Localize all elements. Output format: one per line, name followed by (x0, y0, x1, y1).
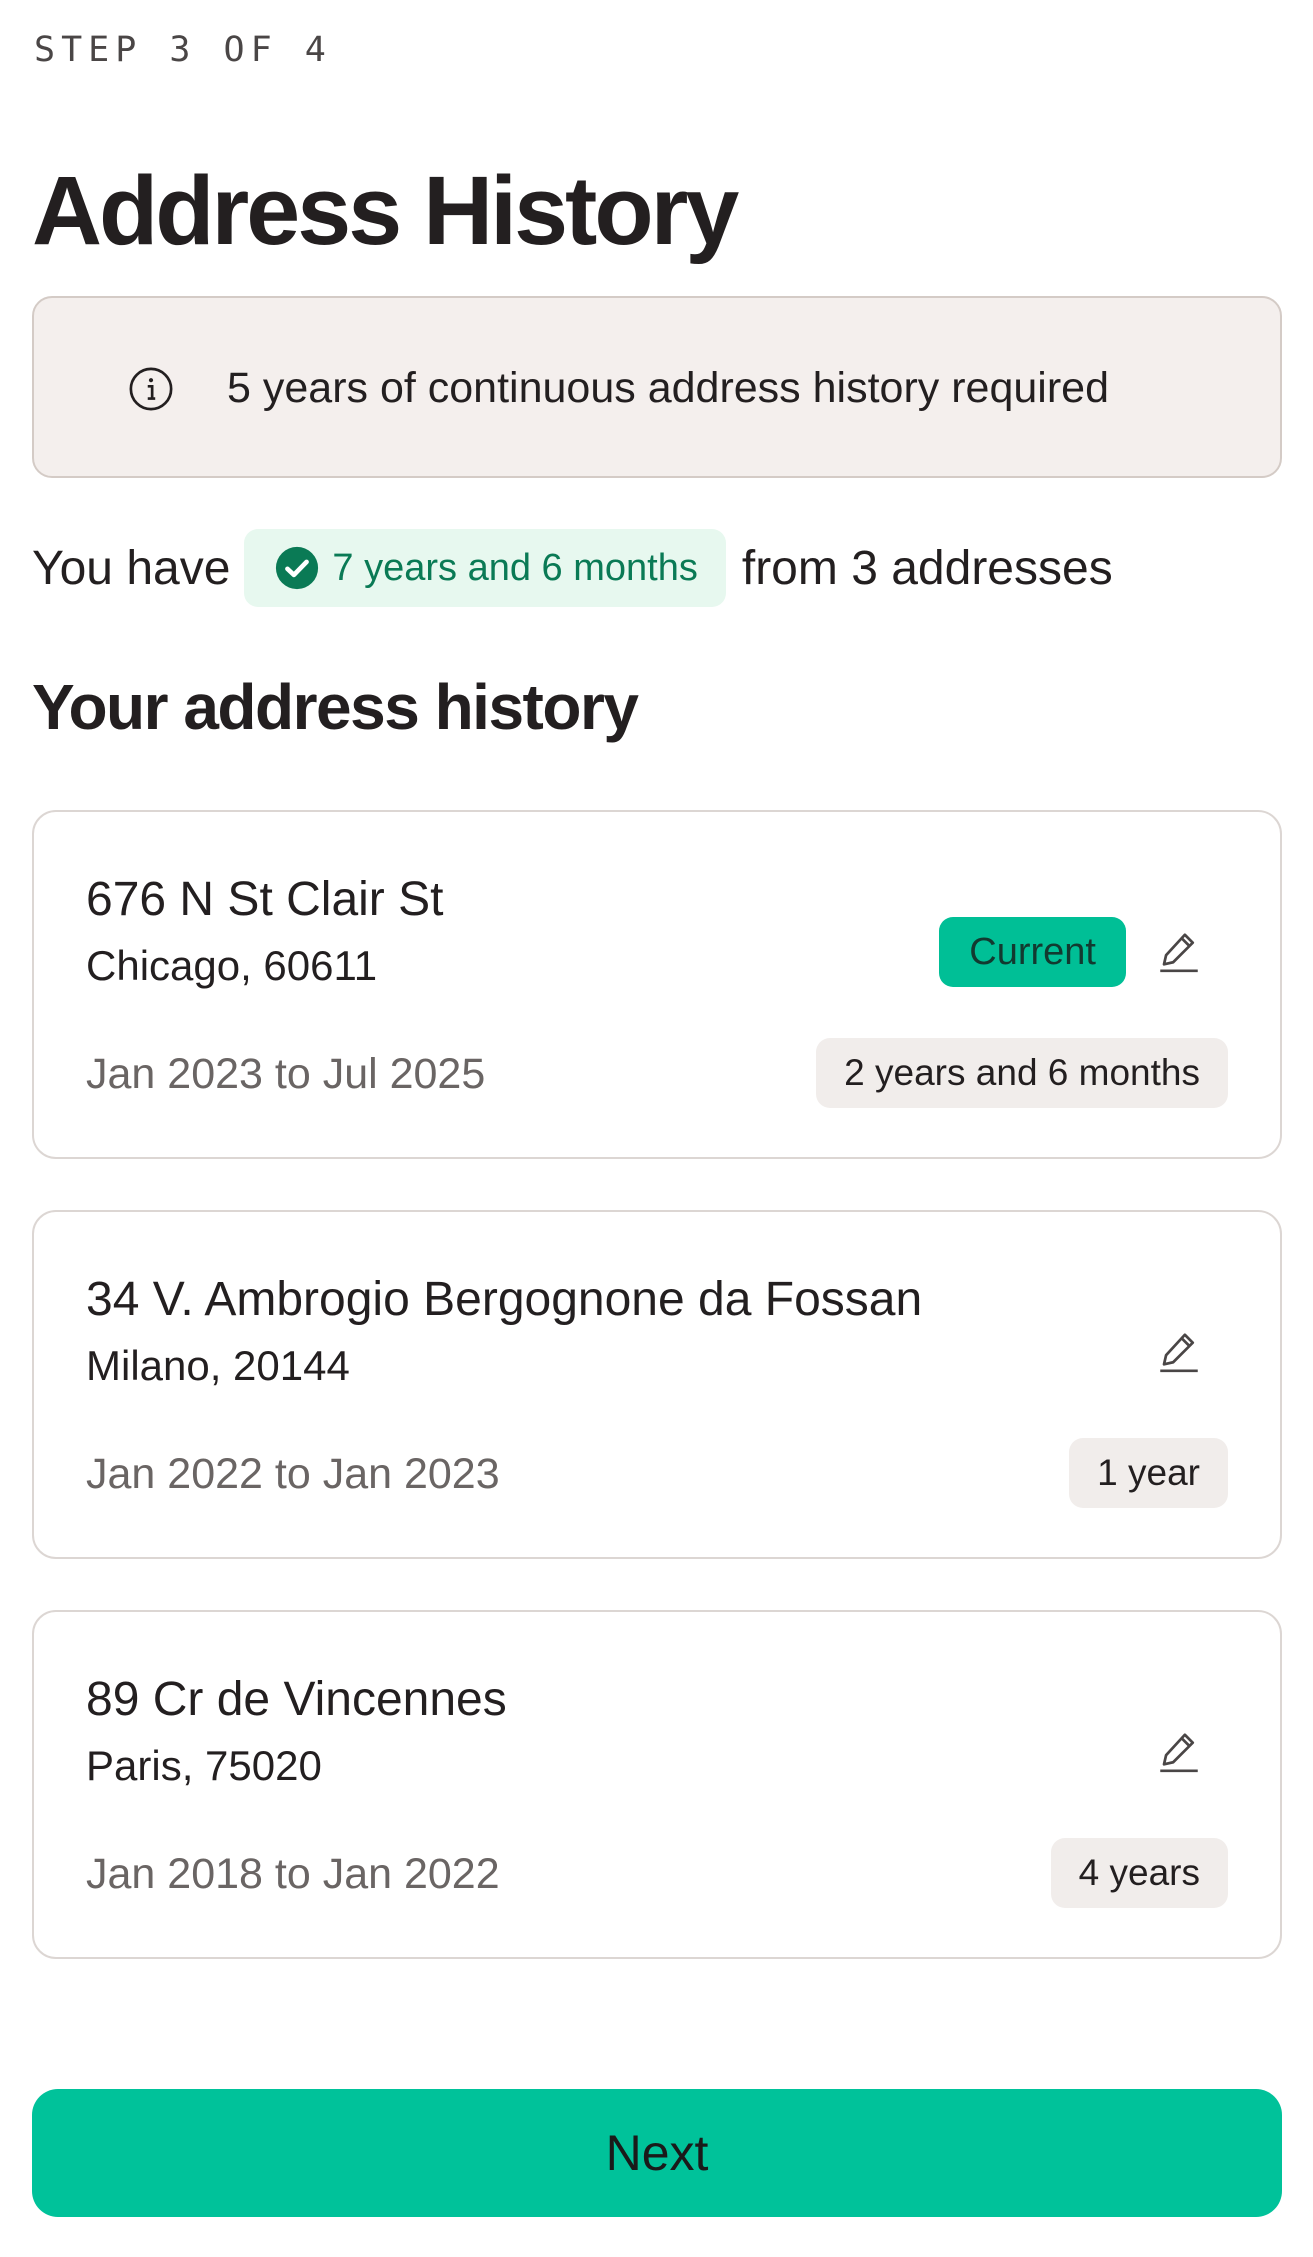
address-card: 34 V. Ambrogio Bergognone da Fossan Mila… (32, 1210, 1282, 1559)
address-dates: Jan 2018 to Jan 2022 (86, 1850, 500, 1898)
address-card: 676 N St Clair St Chicago, 60611 Current… (32, 810, 1282, 1159)
section-title: Your address history (32, 671, 639, 743)
address-street: 34 V. Ambrogio Bergognone da Fossan (86, 1273, 923, 1326)
notice-text: 5 years of continuous address history re… (227, 364, 1109, 412)
step-indicator: STEP 3 OF 4 (34, 30, 332, 70)
duration-badge: 4 years (1050, 1838, 1228, 1908)
address-city: Milano, 20144 (86, 1342, 350, 1389)
summary-prefix: You have (32, 541, 231, 595)
pencil-icon[interactable] (1154, 1326, 1204, 1376)
current-badge: Current (939, 917, 1126, 987)
total-duration-pill: 7 years and 6 months (244, 529, 726, 607)
page-title: Address History (32, 156, 739, 265)
address-card: 89 Cr de Vincennes Paris, 75020 Jan 2018… (32, 1610, 1282, 1959)
address-street: 676 N St Clair St (86, 873, 444, 926)
requirement-notice: 5 years of continuous address history re… (32, 296, 1282, 478)
address-city: Chicago, 60611 (86, 942, 378, 989)
check-circle-icon (276, 546, 319, 590)
duration-badge: 2 years and 6 months (816, 1038, 1228, 1108)
address-street: 89 Cr de Vincennes (86, 1673, 507, 1726)
pencil-icon[interactable] (1154, 926, 1204, 976)
info-circle-icon (129, 367, 173, 411)
address-dates: Jan 2023 to Jul 2025 (86, 1050, 486, 1098)
address-dates: Jan 2022 to Jan 2023 (86, 1450, 500, 1498)
duration-badge: 1 year (1069, 1438, 1228, 1508)
summary-suffix: from 3 addresses (741, 541, 1113, 595)
total-duration: 7 years and 6 months (332, 546, 698, 589)
history-summary: You have 7 years and 6 months from 3 add… (32, 528, 1113, 608)
address-city: Paris, 75020 (86, 1742, 322, 1789)
next-button[interactable]: Next (32, 2089, 1282, 2217)
pencil-icon[interactable] (1154, 1726, 1204, 1776)
